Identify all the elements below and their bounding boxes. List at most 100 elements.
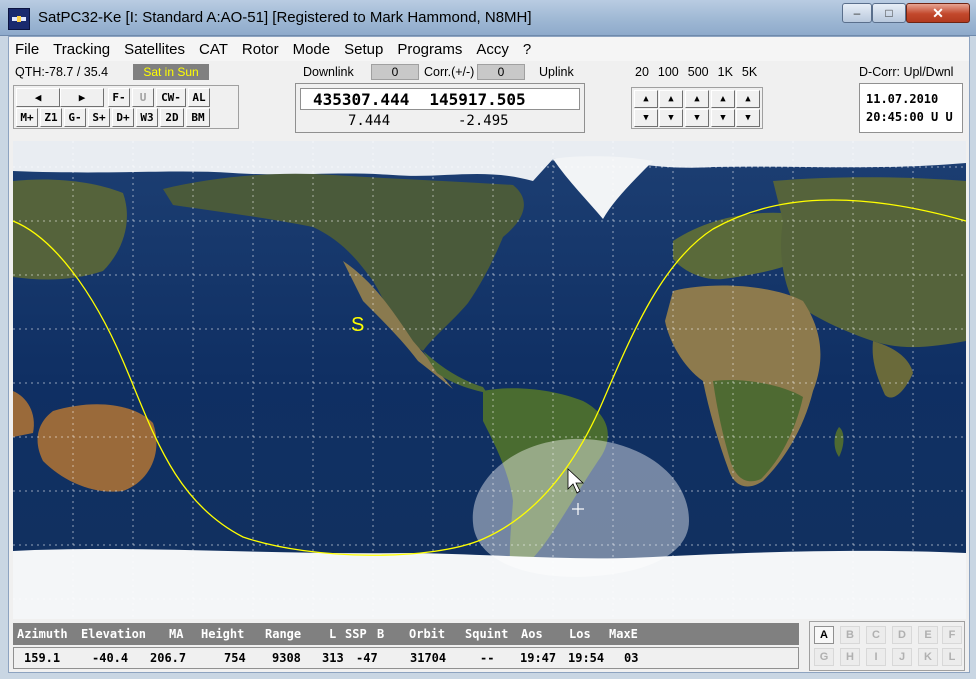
slot-g-button[interactable]: G — [814, 648, 834, 666]
date-time-display: 11.07.2010 20:45:00 U U — [859, 83, 963, 133]
uplink-frequency: 145917.505 — [429, 89, 526, 109]
menu-tracking[interactable]: Tracking — [53, 41, 110, 58]
u-button[interactable]: U — [132, 88, 154, 107]
slot-k-button[interactable]: K — [918, 648, 938, 666]
title-bar[interactable]: SatPC32-Ke [I: Standard A:AO-51] [Regist… — [0, 0, 976, 36]
satellite-app-icon[interactable] — [8, 8, 30, 30]
world-map[interactable]: S — [13, 141, 966, 619]
slot-d-button[interactable]: D — [892, 626, 912, 644]
header-elevation: Elevation — [81, 627, 147, 641]
value-los: 19:54 — [568, 651, 605, 665]
frequency-display[interactable]: 435307.444 145917.505 — [300, 88, 580, 110]
control-strip: QTH:-78.7 / 35.4 Sat in Sun Downlink 0 C… — [9, 61, 969, 141]
menu-setup[interactable]: Setup — [344, 41, 383, 58]
slot-i-button[interactable]: I — [866, 648, 886, 666]
header-los: Los — [569, 627, 591, 641]
downlink-correction[interactable]: 0 — [371, 64, 419, 80]
window-title: SatPC32-Ke [I: Standard A:AO-51] [Regist… — [38, 9, 532, 26]
tune-down-5k-button[interactable]: ▼ — [736, 109, 760, 127]
slot-c-button[interactable]: C — [866, 626, 886, 644]
value-azimuth: 159.1 — [24, 651, 61, 665]
step-5k[interactable]: 5K — [742, 65, 757, 79]
header-squint: Squint — [465, 627, 509, 641]
tune-down-100-button[interactable]: ▼ — [659, 109, 683, 127]
next-satellite-button[interactable]: ▶ — [60, 88, 104, 107]
step-500[interactable]: 500 — [688, 65, 709, 79]
step-size-selector: 20 100 500 1K 5K — [635, 65, 757, 79]
d-plus-button[interactable]: D+ — [112, 108, 134, 127]
satellite-slot-panel: A B C D E F G H I J K L — [809, 621, 965, 671]
downlink-frequency: 435307.444 — [313, 89, 410, 109]
slot-a-button[interactable]: A — [814, 626, 834, 644]
uplink-doppler: -2.495 — [458, 113, 509, 129]
menu-file[interactable]: File — [15, 41, 39, 58]
value-range: 9308 — [272, 651, 301, 665]
cw-minus-button[interactable]: CW- — [156, 88, 186, 107]
step-20[interactable]: 20 — [635, 65, 649, 79]
menu-programs[interactable]: Programs — [397, 41, 462, 58]
header-l: L — [329, 627, 337, 641]
m-plus-button[interactable]: M+ — [16, 108, 38, 127]
2d-button[interactable]: 2D — [160, 108, 184, 127]
value-l: 313 — [322, 651, 344, 665]
downlink-doppler: 7.444 — [348, 113, 391, 129]
slot-e-button[interactable]: E — [918, 626, 938, 644]
menu-rotor[interactable]: Rotor — [242, 41, 279, 58]
g-minus-button[interactable]: G- — [64, 108, 86, 127]
tune-up-500-button[interactable]: ▲ — [685, 90, 709, 108]
bm-button[interactable]: BM — [186, 108, 210, 127]
tune-down-20-button[interactable]: ▼ — [634, 109, 658, 127]
tune-up-20-button[interactable]: ▲ — [634, 90, 658, 108]
function-button-panel: ◀ ▶ F- U CW- AL M+ Z1 G- S+ D+ W3 2D BM — [13, 85, 239, 129]
value-maxe: 03 — [624, 651, 639, 665]
slot-j-button[interactable]: J — [892, 648, 912, 666]
menu-mode[interactable]: Mode — [293, 41, 331, 58]
antarctica — [13, 549, 966, 619]
w3-button[interactable]: W3 — [136, 108, 158, 127]
header-orbit: Orbit — [409, 627, 446, 641]
step-100[interactable]: 100 — [658, 65, 679, 79]
slot-h-button[interactable]: H — [840, 648, 860, 666]
tune-up-100-button[interactable]: ▲ — [659, 90, 683, 108]
qth-label: QTH:-78.7 / 35.4 — [15, 65, 109, 79]
menu-accy[interactable]: Accy — [476, 41, 509, 58]
doppler-display: 7.444 -2.495 — [300, 112, 580, 130]
al-button[interactable]: AL — [188, 88, 210, 107]
downlink-label: Downlink — [303, 65, 354, 79]
prev-satellite-button[interactable]: ◀ — [16, 88, 60, 107]
date-value: 11.07.2010 — [866, 92, 939, 106]
value-ma: 206.7 — [150, 651, 187, 665]
slot-f-button[interactable]: F — [942, 626, 962, 644]
header-aos: Aos — [521, 627, 543, 641]
sun-marker: S — [351, 314, 364, 336]
slot-b-button[interactable]: B — [840, 626, 860, 644]
header-azimuth: Azimuth — [17, 627, 68, 641]
header-b: B — [377, 627, 385, 641]
maximize-button[interactable]: □ — [872, 3, 906, 23]
menu-cat[interactable]: CAT — [199, 41, 228, 58]
value-height: 754 — [224, 651, 246, 665]
table-header-row: Azimuth Elevation MA Height Range L SSP … — [13, 623, 799, 645]
tune-down-500-button[interactable]: ▼ — [685, 109, 709, 127]
tune-up-1k-button[interactable]: ▲ — [711, 90, 735, 108]
header-ssp: SSP — [345, 627, 367, 641]
header-ma: MA — [169, 627, 184, 641]
s-plus-button[interactable]: S+ — [88, 108, 110, 127]
uplink-correction[interactable]: 0 — [477, 64, 525, 80]
value-ssp-b: -47 — [356, 651, 378, 665]
step-1k[interactable]: 1K — [718, 65, 733, 79]
close-button[interactable]: ✕ — [906, 3, 970, 23]
z1-button[interactable]: Z1 — [40, 108, 62, 127]
table-values-row: 159.1 -40.4 206.7 754 9308 313 -47 31704… — [13, 647, 799, 669]
f-minus-button[interactable]: F- — [108, 88, 130, 107]
minimize-button[interactable]: – — [842, 3, 872, 23]
tune-up-5k-button[interactable]: ▲ — [736, 90, 760, 108]
value-aos: 19:47 — [520, 651, 557, 665]
menu-help[interactable]: ? — [523, 41, 531, 58]
menu-satellites[interactable]: Satellites — [124, 41, 185, 58]
tune-down-1k-button[interactable]: ▼ — [711, 109, 735, 127]
correction-label: Corr.(+/-) — [424, 65, 475, 79]
header-maxe: MaxE — [609, 627, 638, 641]
slot-l-button[interactable]: L — [942, 648, 962, 666]
value-elevation: -40.4 — [92, 651, 129, 665]
